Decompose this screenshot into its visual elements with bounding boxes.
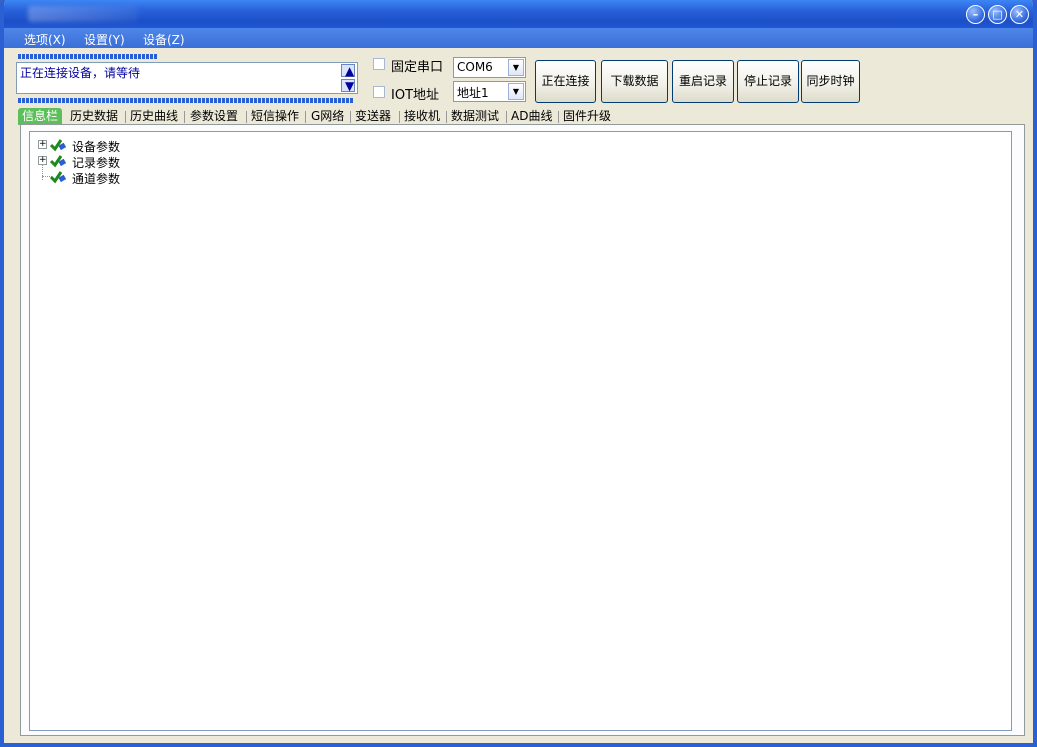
scroll-down-button[interactable]: ▼ xyxy=(341,79,355,92)
progress-dots-bottom xyxy=(18,98,354,103)
tab-ad-curve[interactable]: AD曲线 xyxy=(511,108,552,125)
window-title-blurred xyxy=(28,6,138,22)
close-icon: ✕ xyxy=(1014,8,1025,21)
maximize-icon: □ xyxy=(992,8,1003,21)
tab-separator xyxy=(125,111,126,123)
expand-icon[interactable]: + xyxy=(38,140,47,149)
tab-param-settings[interactable]: 参数设置 xyxy=(190,108,238,125)
maximize-button[interactable]: □ xyxy=(988,5,1007,24)
minimize-icon: – xyxy=(972,8,979,21)
menu-bar: 选项(X) 设置(Y) 设备(Z) xyxy=(4,28,1033,48)
param-tree[interactable]: + 设备参数 + 记录参数 通道参数 xyxy=(29,131,1012,731)
tab-separator xyxy=(558,111,559,123)
tab-separator xyxy=(506,111,507,123)
tree-item-label: 设备参数 xyxy=(72,140,121,154)
address-dropdown-arrow[interactable]: ▼ xyxy=(508,83,524,100)
tab-receiver[interactable]: 接收机 xyxy=(404,108,440,125)
tab-firmware-upgrade[interactable]: 固件升级 xyxy=(563,108,611,125)
address-select[interactable]: 地址1 ▼ xyxy=(453,81,526,102)
restart-record-button[interactable]: 重启记录 xyxy=(672,60,734,103)
port-dropdown-arrow[interactable]: ▼ xyxy=(508,59,524,76)
tab-info[interactable]: 信息栏 xyxy=(18,108,63,125)
port-select[interactable]: COM6 ▼ xyxy=(453,57,526,78)
tab-separator xyxy=(446,111,447,123)
menu-settings[interactable]: 设置(Y) xyxy=(84,31,125,48)
chevron-down-icon: ▼ xyxy=(512,87,520,96)
port-select-value: COM6 xyxy=(457,60,493,74)
tab-separator xyxy=(399,111,400,123)
connect-button[interactable]: 正在连接 xyxy=(535,60,596,103)
tab-separator xyxy=(184,111,185,123)
tab-g-network[interactable]: G网络 xyxy=(311,108,344,125)
minimize-button[interactable]: – xyxy=(966,5,985,24)
status-box: 正在连接设备，请等待 ▲ ▼ xyxy=(12,54,360,104)
sync-clock-button[interactable]: 同步时钟 xyxy=(801,60,860,103)
progress-dots-top xyxy=(18,54,158,59)
close-button[interactable]: ✕ xyxy=(1010,5,1029,24)
tab-content-panel: + 设备参数 + 记录参数 通道参数 xyxy=(20,124,1025,736)
check-pencil-icon xyxy=(50,171,66,184)
app-window: – □ ✕ 选项(X) 设置(Y) 设备(Z) 正在连接设备，请等待 ▲ ▼ 固… xyxy=(0,0,1037,747)
tab-separator xyxy=(350,111,351,123)
stop-record-button[interactable]: 停止记录 xyxy=(737,60,799,103)
tab-sms[interactable]: 短信操作 xyxy=(251,108,299,125)
status-message: 正在连接设备，请等待 xyxy=(20,66,141,80)
iot-address-label: IOT地址 xyxy=(391,88,440,103)
tab-data-test[interactable]: 数据测试 xyxy=(451,108,499,125)
tab-history-data[interactable]: 历史数据 xyxy=(70,108,118,125)
check-pencil-icon xyxy=(50,139,66,152)
fixed-port-checkbox[interactable] xyxy=(373,58,385,70)
scroll-up-button[interactable]: ▲ xyxy=(341,64,355,77)
download-data-button[interactable]: 下载数据 xyxy=(601,60,668,103)
menu-device[interactable]: 设备(Z) xyxy=(143,31,185,48)
chevron-down-icon: ▼ xyxy=(345,79,355,93)
chevron-down-icon: ▼ xyxy=(512,63,520,72)
address-select-value: 地址1 xyxy=(457,86,489,100)
check-pencil-icon xyxy=(50,155,66,168)
fixed-port-label: 固定串口 xyxy=(391,60,444,75)
title-bar[interactable]: – □ ✕ xyxy=(4,0,1033,28)
tree-item-label: 通道参数 xyxy=(72,172,121,186)
tab-transmitter[interactable]: 变送器 xyxy=(355,108,391,125)
tree-item-label: 记录参数 xyxy=(72,156,121,170)
tab-separator xyxy=(246,111,247,123)
status-text-area[interactable]: 正在连接设备，请等待 ▲ ▼ xyxy=(16,62,358,94)
iot-address-checkbox[interactable] xyxy=(373,86,385,98)
tab-separator xyxy=(305,111,306,123)
expand-icon[interactable]: + xyxy=(38,156,47,165)
tab-history-curve[interactable]: 历史曲线 xyxy=(130,108,178,125)
menu-options[interactable]: 选项(X) xyxy=(24,31,66,48)
chevron-up-icon: ▲ xyxy=(345,64,355,78)
